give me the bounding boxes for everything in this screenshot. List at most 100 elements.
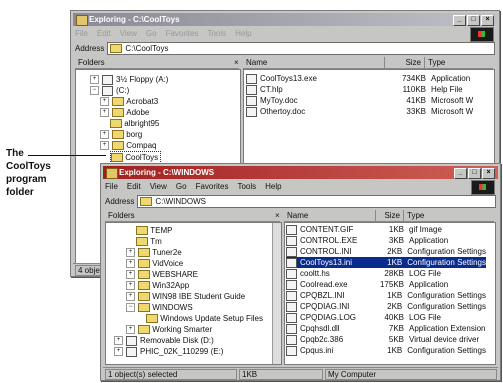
file-row[interactable]: CONTROL.INI 2KB Configuration Settings [286, 246, 486, 257]
help-file-icon [246, 84, 257, 95]
minimize-button[interactable]: _ [454, 168, 467, 179]
back-window-title: Exploring - C:\CoolToys [89, 15, 180, 24]
file-row[interactable]: CT.hlp 110KB Help File [246, 84, 492, 95]
file-row[interactable]: Cpqhsdl.dll 7KB Application Extension [286, 323, 486, 334]
tree-item-c-drive[interactable]: − (C:) [90, 85, 129, 96]
file-row[interactable]: CPQDIAG.INI 2KB Configuration Settings [286, 301, 486, 312]
tree-item-folder[interactable]: + WEBSHARE [126, 269, 198, 280]
file-row[interactable]: Cpqus.ini 1KB Configuration Settings [286, 345, 486, 356]
folders-close-icon[interactable]: × [272, 210, 280, 221]
close-button[interactable]: × [481, 15, 494, 26]
file-row[interactable]: Cpqb2c.386 5KB Virtual device driver [286, 334, 486, 345]
tree-item-folder[interactable]: + VidVoice [126, 258, 183, 269]
folder-icon [112, 141, 124, 150]
application-icon [246, 73, 257, 84]
file-row[interactable]: CPQDIAG.LOG 40KB LOG File [286, 312, 486, 323]
tree-item-folder[interactable]: TEMP [136, 225, 172, 236]
folder-icon [112, 97, 124, 106]
menu-view[interactable]: View [150, 181, 167, 193]
folders-tree-pane: TEMP Tm + Tuner2e + VidVoice + WEBSHARE … [105, 222, 282, 365]
tree-scrollbar[interactable] [272, 223, 281, 364]
folders-header-label: Folders [78, 58, 105, 67]
file-row[interactable]: Othertoy.doc 33KB Microsoft W [246, 106, 492, 117]
menu-edit[interactable]: Edit [97, 28, 111, 40]
annotation-line: program [6, 174, 47, 185]
menu-help[interactable]: Help [235, 28, 251, 40]
menu-tools[interactable]: Tools [237, 181, 256, 193]
tree-item-drive[interactable]: + PHIC_02K_110299 (E:) [114, 346, 223, 357]
tree-item-folder[interactable]: Tm [136, 236, 162, 247]
tree-item-folder[interactable]: Windows Update Setup Files [146, 313, 263, 324]
tree-item-floppy[interactable]: +3½ Floppy (A:) [90, 74, 168, 85]
menu-favorites[interactable]: Favorites [196, 181, 229, 193]
maximize-button[interactable]: □ [468, 168, 481, 179]
status-size: 1KB [239, 369, 323, 380]
menu-favorites[interactable]: Favorites [166, 28, 199, 40]
menu-view[interactable]: View [120, 28, 137, 40]
folders-pane-header: Folders × [105, 210, 280, 222]
menu-file[interactable]: File [75, 28, 88, 40]
col-type-header[interactable]: Type [404, 210, 494, 221]
col-name-header[interactable]: Name [284, 210, 376, 221]
tree-item-folder[interactable]: + WIN98 IBE Student Guide [126, 291, 245, 302]
menu-edit[interactable]: Edit [127, 181, 141, 193]
tree-item-folder[interactable]: + Working Smarter [126, 324, 212, 335]
file-row[interactable]: CPQBZL.INI 1KB Configuration Settings [286, 290, 486, 301]
file-row[interactable]: CONTROL.EXE 3KB Application [286, 235, 486, 246]
tree-item-windows[interactable]: − WINDOWS [126, 302, 193, 313]
maximize-button[interactable]: □ [467, 15, 480, 26]
settings-file-icon [286, 257, 297, 268]
file-list-header: Name Size Type [243, 57, 493, 69]
settings-file-icon [286, 301, 297, 312]
callout-leader-line [28, 155, 106, 156]
col-name-header[interactable]: Name [243, 57, 385, 68]
front-window-title: Exploring - C:\WINDOWS [119, 168, 215, 177]
col-size-header[interactable]: Size [385, 57, 425, 68]
tree-item-folder[interactable]: + Acrobat3 [100, 96, 158, 107]
address-input[interactable]: C:\WINDOWS [137, 194, 496, 208]
menu-go[interactable]: Go [146, 28, 157, 40]
tree-item-folder[interactable]: + Adobe [100, 107, 149, 118]
file-row[interactable]: CONTENT.GIF 1KB gif Image [286, 224, 486, 235]
folder-icon [138, 259, 150, 268]
folder-icon [138, 303, 150, 312]
menu-go[interactable]: Go [176, 181, 187, 193]
back-address-bar: Address C:\CoolToys [75, 41, 495, 55]
col-type-header[interactable]: Type [425, 57, 493, 68]
address-input[interactable]: C:\CoolToys [107, 41, 495, 55]
folder-icon [110, 43, 123, 53]
file-row[interactable]: MyToy.doc 41KB Microsoft W [246, 95, 492, 106]
col-size-header[interactable]: Size [376, 210, 404, 221]
front-window-titlebar[interactable]: Exploring - C:\WINDOWS _ □ × [103, 166, 498, 179]
folders-close-icon[interactable]: × [231, 57, 239, 68]
close-button[interactable]: × [482, 168, 495, 179]
folder-icon [136, 226, 148, 235]
cd-drive-icon [126, 346, 137, 357]
file-row[interactable]: CoolToys13.exe 734KB Application [246, 73, 492, 84]
file-row[interactable]: Coolread.exe 175KB Application [286, 279, 486, 290]
menu-file[interactable]: File [105, 181, 118, 193]
back-window-titlebar[interactable]: Exploring - C:\CoolToys _ □ × [73, 13, 497, 26]
file-row-selected[interactable]: CoolToys13.ini 1KB Configuration Settings [286, 257, 486, 268]
address-value: C:\WINDOWS [155, 196, 207, 206]
menu-tools[interactable]: Tools [207, 28, 226, 40]
minimize-button[interactable]: _ [453, 15, 466, 26]
dll-file-icon [286, 323, 297, 334]
tree-item-folder[interactable]: + Win32App [126, 280, 189, 291]
tree-item-folder[interactable]: + Compaq [100, 140, 156, 151]
status-location: My Computer [325, 369, 497, 380]
folder-icon [138, 270, 150, 279]
file-row[interactable]: cooltt.hs 28KB LOG File [286, 268, 486, 279]
menu-help[interactable]: Help [265, 181, 281, 193]
folder-icon [140, 196, 153, 206]
tree-item-folder[interactable]: albright95 [110, 118, 159, 129]
address-label: Address [75, 43, 105, 53]
status-selection: 1 object(s) selected [105, 369, 237, 380]
annotation-line: CoolToys [6, 161, 51, 172]
back-window-menubar: File Edit View Go Favorites Tools Help [75, 28, 495, 40]
front-address-bar: Address C:\WINDOWS [105, 194, 496, 208]
tree-item-folder[interactable]: + Tuner2e [126, 247, 182, 258]
tree-item-drive[interactable]: + Removable Disk (D:) [114, 335, 214, 346]
document-icon [246, 106, 257, 117]
tree-item-folder[interactable]: + borg [100, 129, 142, 140]
